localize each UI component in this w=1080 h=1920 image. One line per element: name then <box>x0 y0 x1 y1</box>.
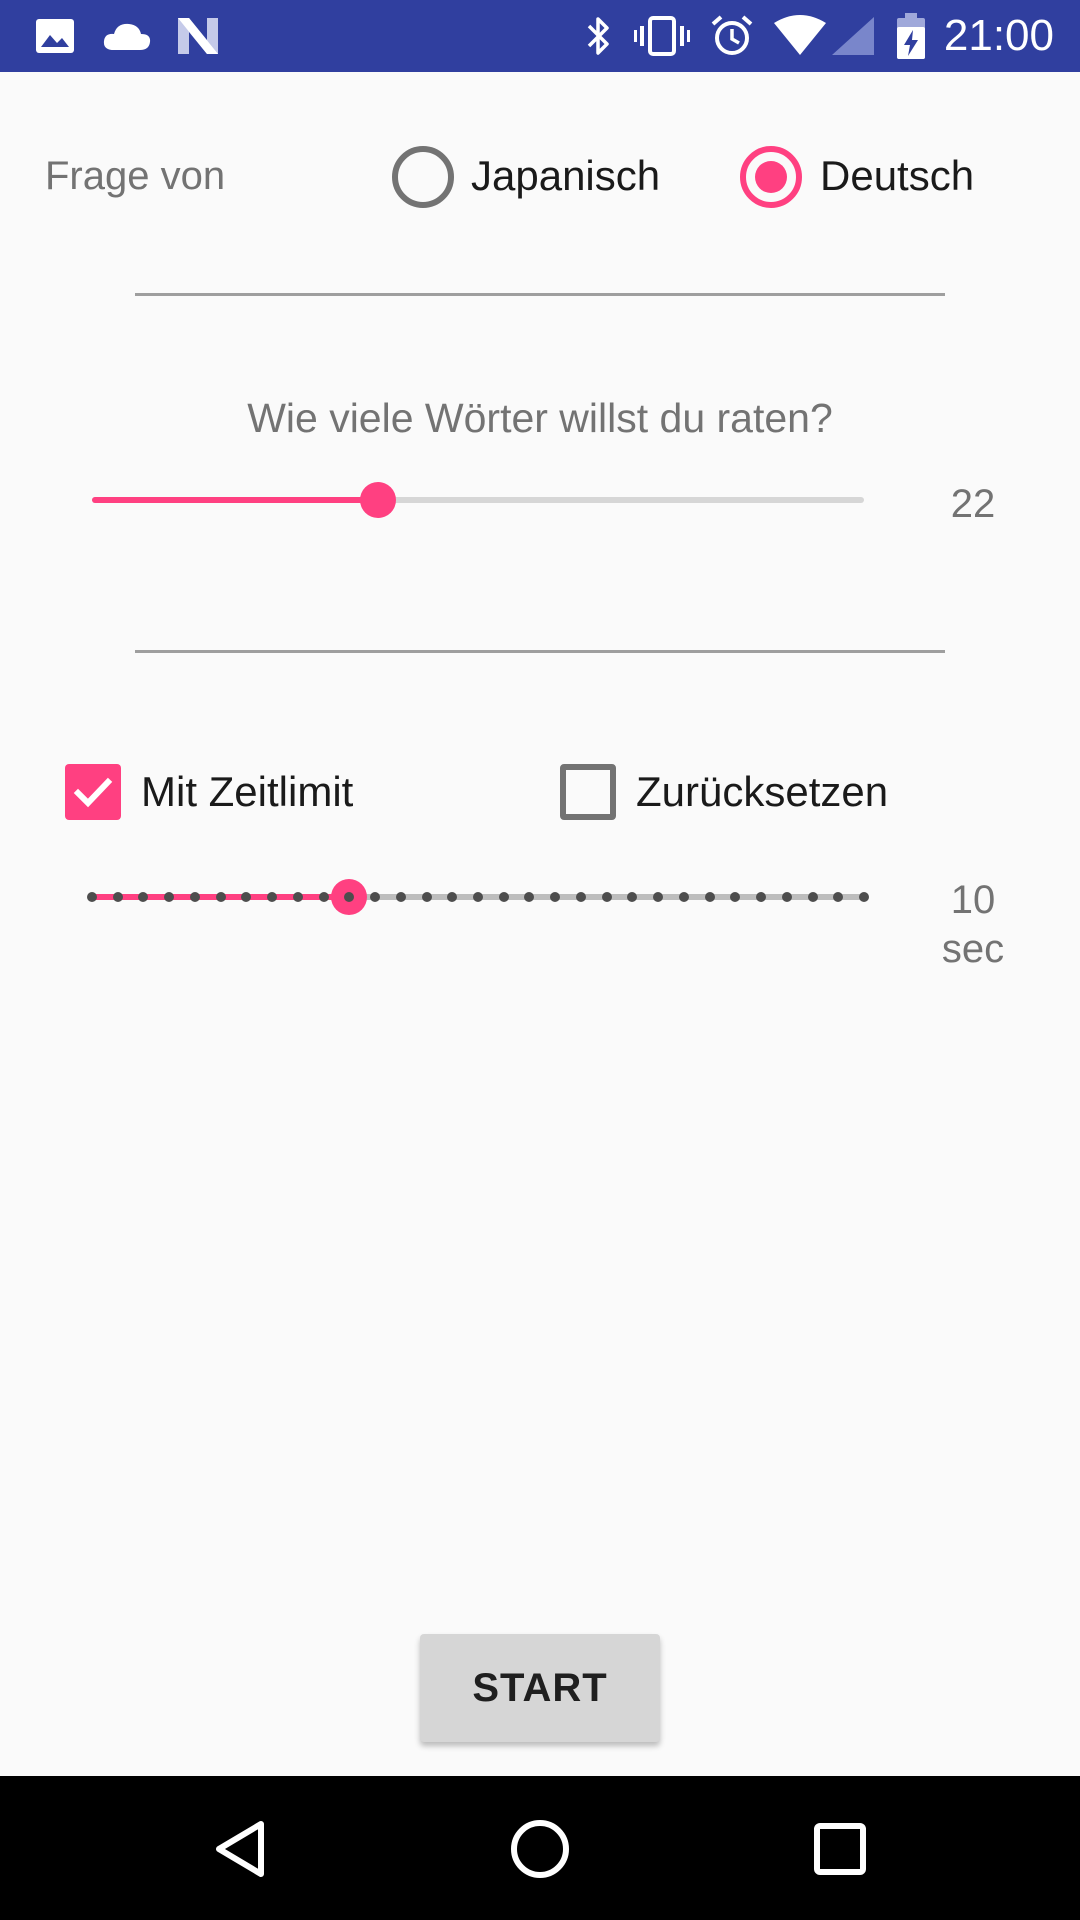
vibrate-icon <box>634 14 690 58</box>
bluetooth-icon <box>582 14 616 58</box>
slider-tick <box>138 892 149 902</box>
time-limit-unit: sec <box>941 927 1005 971</box>
signal-icon <box>830 14 876 58</box>
navigation-bar <box>0 1776 1080 1920</box>
back-icon[interactable] <box>205 1814 275 1884</box>
recents-icon[interactable] <box>805 1814 875 1884</box>
slider-tick <box>807 892 818 902</box>
slider-tick <box>859 892 869 902</box>
slider-tick <box>241 892 252 902</box>
alarm-icon <box>710 14 754 58</box>
slider-tick <box>550 892 561 902</box>
slider-tick <box>215 892 226 902</box>
slider-tick <box>318 892 329 902</box>
radio-japanisch[interactable] <box>392 146 454 208</box>
slider-tick <box>627 892 638 902</box>
reset-label[interactable]: Zurücksetzen <box>636 768 888 816</box>
slider-tick <box>781 892 792 902</box>
n-icon <box>174 14 222 58</box>
start-button[interactable]: START <box>420 1634 660 1742</box>
reset-checkbox[interactable] <box>560 764 616 820</box>
divider <box>135 293 945 296</box>
wifi-icon <box>772 14 828 58</box>
slider-tick <box>267 892 278 902</box>
slider-tick <box>370 892 381 902</box>
slider-tick <box>395 892 406 902</box>
word-count-question: Wie viele Wörter willst du raten? <box>247 395 833 441</box>
slider-tick <box>189 892 200 902</box>
home-icon[interactable] <box>505 1814 575 1884</box>
radio-deutsch-label[interactable]: Deutsch <box>820 152 974 200</box>
slider-tick <box>833 892 844 902</box>
thumb-dot <box>344 892 355 902</box>
slider-tick <box>678 892 689 902</box>
time-limit-slider-thumb[interactable] <box>331 879 368 915</box>
slider-tick <box>447 892 458 902</box>
slider-tick <box>730 892 741 902</box>
slider-tick <box>653 892 664 902</box>
slider-tick <box>87 892 97 902</box>
status-time: 21:00 <box>943 11 1054 60</box>
slider-tick <box>112 892 123 902</box>
time-limit-value: 10 <box>950 878 996 922</box>
divider <box>135 650 945 653</box>
slider-tick <box>498 892 509 902</box>
slider-tick <box>756 892 767 902</box>
slider-tick <box>601 892 612 902</box>
slider-tick <box>704 892 715 902</box>
time-limit-checkbox[interactable] <box>65 764 121 820</box>
slider-tick <box>421 892 432 902</box>
slider-tick <box>473 892 483 902</box>
word-count-slider-thumb[interactable] <box>359 482 396 518</box>
time-limit-label[interactable]: Mit Zeitlimit <box>141 768 353 816</box>
slider-fill <box>92 497 378 503</box>
radio-deutsch[interactable] <box>740 146 802 208</box>
question-source-label: Frage von <box>45 154 226 198</box>
radio-japanisch-label[interactable]: Japanisch <box>471 152 660 200</box>
check-icon <box>73 777 113 808</box>
cloud-icon <box>100 14 154 58</box>
slider-tick <box>575 892 586 902</box>
status-bar: 21:00 <box>0 0 1080 72</box>
time-limit-slider[interactable] <box>87 892 869 902</box>
word-count-value: 22 <box>950 482 996 526</box>
app-screen: 21:00 Frage von Japanisch Deutsch Wie vi… <box>0 0 1080 1920</box>
slider-tick <box>524 892 535 902</box>
word-count-slider[interactable] <box>92 497 864 503</box>
slider-tick <box>164 892 175 902</box>
image-icon <box>34 14 76 58</box>
slider-tick <box>292 892 303 902</box>
battery-charging-icon <box>896 13 926 59</box>
